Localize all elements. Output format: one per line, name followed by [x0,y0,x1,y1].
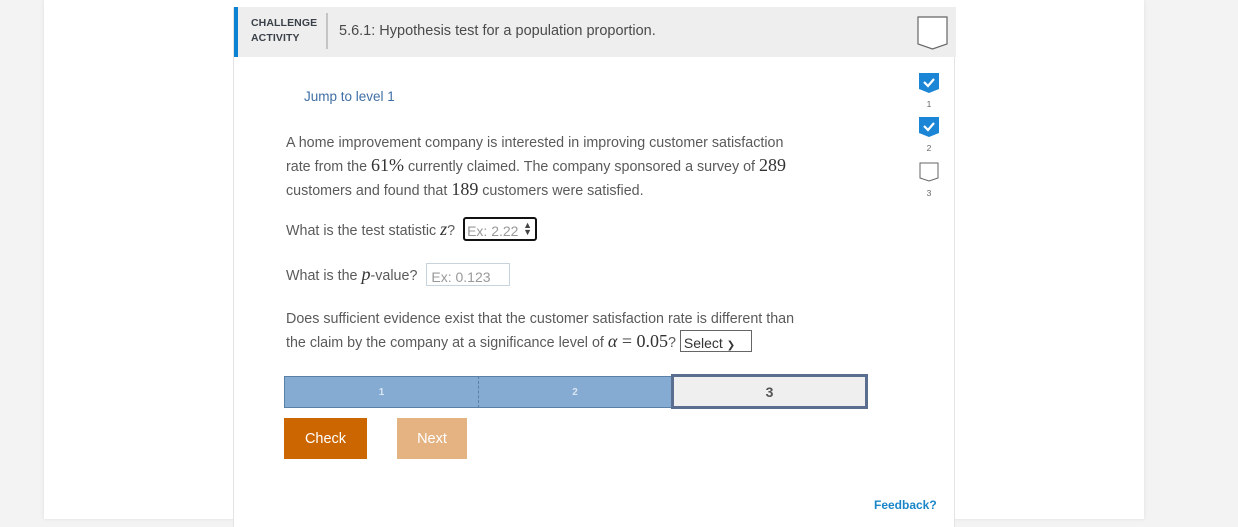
level-progress-bar: 1 2 3 [284,374,868,409]
problem-text: currently claimed. The company sponsored… [404,159,759,175]
activity-type-line1: CHALLENGE [251,17,318,29]
level-badge-number: 3 [926,188,932,198]
progress-level-2[interactable]: 2 [479,376,671,408]
sample-size: 289 [758,155,786,175]
question-p-value: What is the p-value? Ex: 0.123 [286,262,511,287]
question-label: -value? [370,268,418,284]
level-badge-number: 1 [926,99,932,109]
question-label: Does sufficient evidence exist that the … [286,311,795,327]
level-number: 3 [765,383,774,400]
chevron-down-icon: ❯ [726,340,736,352]
question-label: What is the test statistic [286,223,441,239]
question-conclusion: Does sufficient evidence exist that the … [286,308,794,354]
p-value-input[interactable]: Ex: 0.123 [426,262,511,286]
problem-text: A home improvement company is interested… [286,135,784,151]
alpha-symbol: α [607,331,618,351]
problem-text: rate from the [286,159,372,175]
checkmark-badge-icon [919,117,939,137]
test-statistic-placeholder: Ex: 2.22 [467,223,519,240]
significance-level: 0.05 [636,331,668,351]
check-button[interactable]: Check [284,418,367,459]
feedback-link[interactable]: Feedback? [874,498,937,512]
progress-level-3-current[interactable]: 3 [671,374,868,409]
claimed-rate: 61% [371,155,405,175]
conclusion-select[interactable]: Select ❯ [679,330,752,353]
progress-level-1[interactable]: 1 [284,376,479,408]
question-label: What is the [286,268,362,284]
completion-badge-icon [917,16,948,50]
problem-statement: A home improvement company is interested… [286,132,866,202]
question-mark: ? [447,223,456,239]
challenge-activity: CHALLENGE ACTIVITY 5.6.1: Hypothesis tes… [233,7,956,527]
next-button[interactable]: Next [397,418,467,459]
activity-header: CHALLENGE ACTIVITY 5.6.1: Hypothesis tes… [234,7,956,57]
problem-text: customers were satisfied. [478,183,644,199]
spinner-icon[interactable]: ▲ ▼ [523,221,532,237]
select-value: Select [683,335,723,352]
jump-to-level-link[interactable]: Jump to level 1 [304,89,395,104]
activity-type-label: CHALLENGE ACTIVITY [251,16,317,46]
test-statistic-input[interactable]: Ex: 2.22 ▲ ▼ [463,217,538,242]
level-number: 1 [378,386,385,398]
level-number: 2 [572,386,578,398]
problem-text: customers and found that [286,183,452,199]
level-badge-2[interactable]: 2 [917,117,941,153]
level-badge-number: 2 [926,143,932,153]
question-label: the claim by the company at a significan… [286,335,608,351]
variable-p: p [361,264,371,284]
level-badge-1[interactable]: 1 [917,73,941,109]
empty-badge-icon [919,162,939,182]
level-badge-3[interactable]: 3 [917,162,941,198]
equals-sign: = [617,331,637,351]
question-test-statistic: What is the test statistic z? Ex: 2.22 ▲… [286,217,538,242]
activity-title: 5.6.1: Hypothesis test for a population … [339,23,656,39]
activity-type-line2: ACTIVITY [251,32,300,44]
question-mark: ? [667,335,676,351]
satisfied-count: 189 [451,179,479,199]
checkmark-badge-icon [919,73,939,93]
header-divider [326,13,328,49]
